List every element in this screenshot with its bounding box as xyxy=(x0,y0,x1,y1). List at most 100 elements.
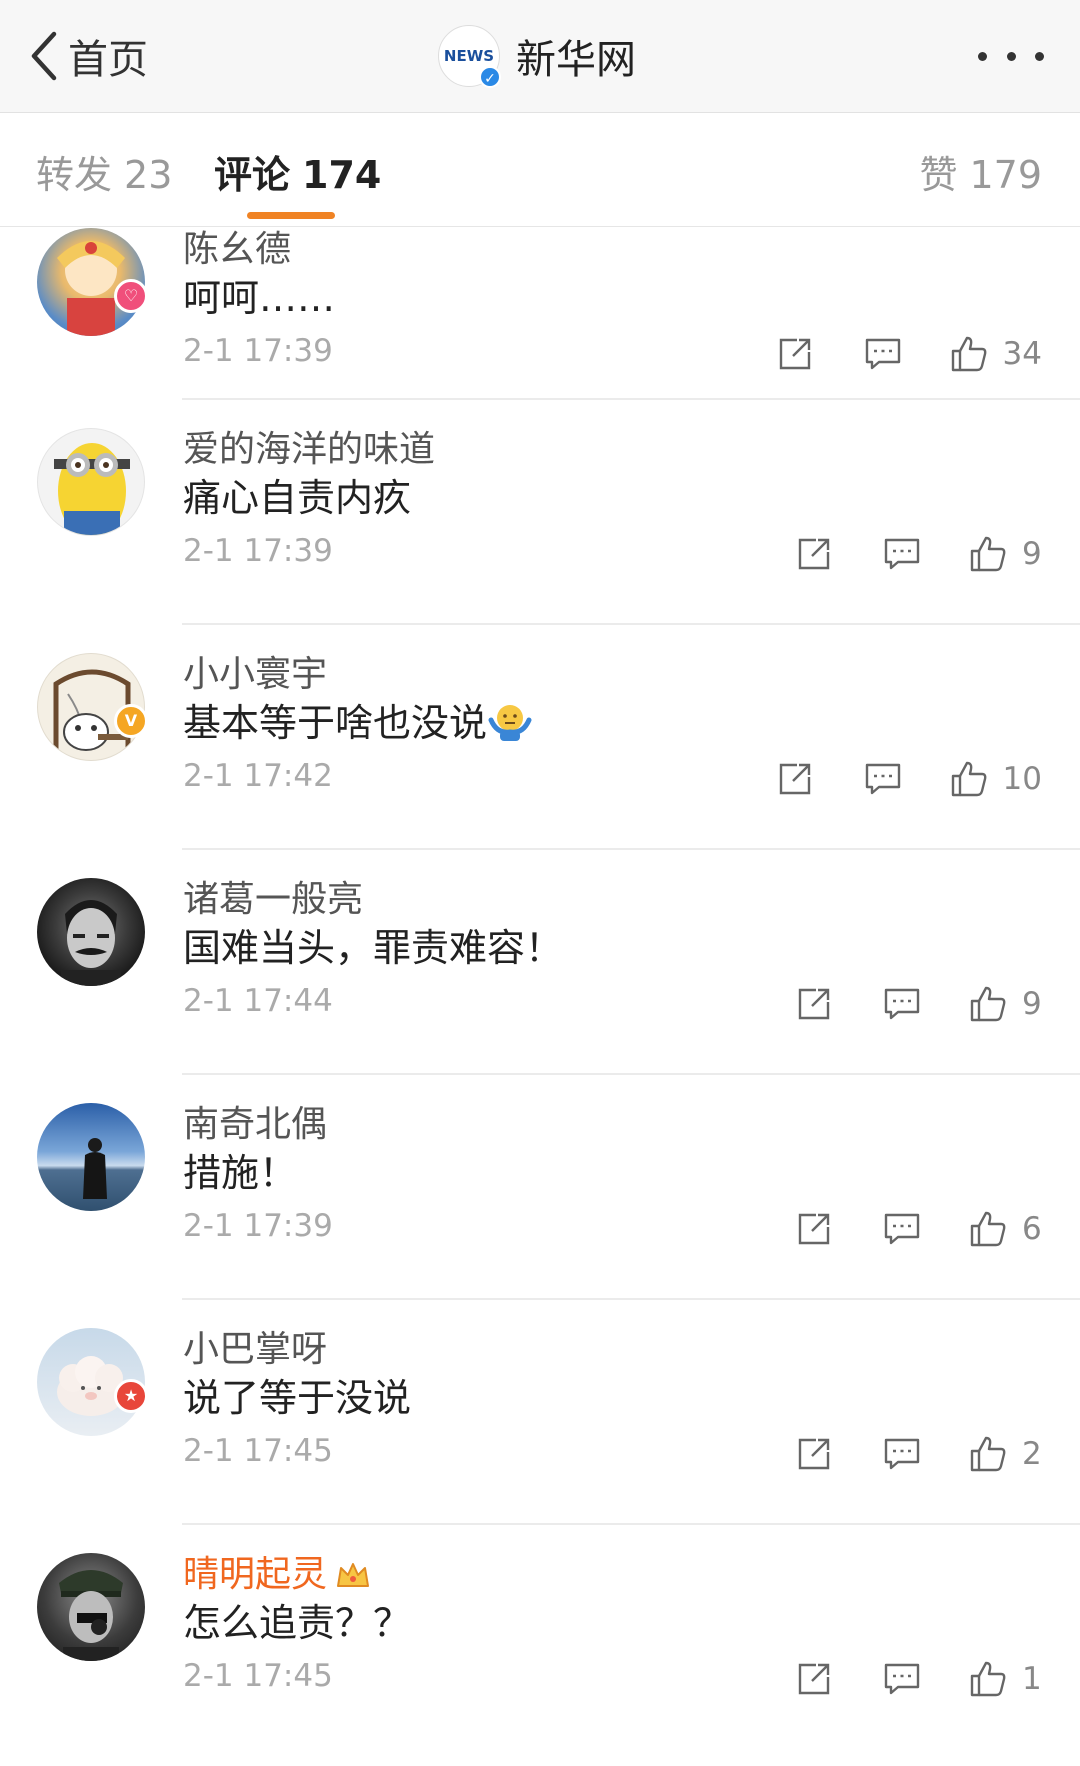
tab-comment-label: 评论 xyxy=(214,153,291,197)
comment-username[interactable]: 诸葛一般亮 xyxy=(183,870,363,922)
like-count: 34 xyxy=(1002,336,1042,372)
share-icon[interactable] xyxy=(794,1434,834,1474)
account-logo: NEWS ✓ xyxy=(438,25,501,88)
share-icon[interactable] xyxy=(794,534,834,574)
thumbs-up-icon xyxy=(970,536,1006,572)
like-button[interactable]: 9 xyxy=(968,534,1042,574)
like-button[interactable]: 10 xyxy=(949,759,1042,799)
tab-like-label: 赞 xyxy=(919,153,958,197)
avatar-image xyxy=(61,900,121,986)
comment-username[interactable]: 南奇北偶 xyxy=(183,1095,327,1147)
comment-content: 怎么追责？？ xyxy=(183,1601,412,1645)
comment-item: 诸葛一般亮 国难当头，罪责难容！ 2-1 17:44 9 xyxy=(0,850,1080,1075)
comment-time: 2-1 17:39 xyxy=(183,533,333,569)
shrug-emoji-icon xyxy=(488,705,532,741)
more-options-button[interactable] xyxy=(978,38,1044,74)
verified-badge-icon: V xyxy=(114,704,148,738)
reply-icon[interactable] xyxy=(882,984,922,1024)
reply-icon[interactable] xyxy=(863,334,903,374)
reply-icon[interactable] xyxy=(863,759,903,799)
reply-icon[interactable] xyxy=(882,1209,922,1249)
verified-icon: ✓ xyxy=(479,66,501,88)
comment-item: V 小小寰宇 基本等于啥也没说 2-1 17:42 10 xyxy=(0,625,1080,850)
comment-list[interactable]: ♡ 陈幺德 呵呵…… 2-1 17:39 34 爱的海洋的味道 痛心自责内疚 2… xyxy=(0,228,1080,1766)
comment-time: 2-1 17:45 xyxy=(183,1433,333,1469)
tab-comment[interactable]: 评论 174 xyxy=(214,144,381,199)
avatar[interactable] xyxy=(37,428,145,536)
username-text: 晴明起灵 xyxy=(183,1554,328,1595)
avatar[interactable] xyxy=(37,1103,145,1211)
share-icon[interactable] xyxy=(775,759,815,799)
comment-content: 基本等于啥也没说 xyxy=(183,692,533,747)
avatar-image xyxy=(59,1570,123,1661)
comment-username[interactable]: 小巴掌呀 xyxy=(183,1320,327,1372)
comment-actions: 6 xyxy=(794,1205,1042,1253)
like-count: 9 xyxy=(1022,536,1042,572)
like-button[interactable]: 6 xyxy=(968,1209,1042,1249)
comment-content: 呵呵…… xyxy=(183,276,336,320)
vip-crown-icon xyxy=(337,1563,370,1587)
news-logo-icon: NEWS xyxy=(443,47,495,65)
like-count: 6 xyxy=(1022,1211,1042,1247)
more-dot-icon xyxy=(1035,51,1044,61)
comment-time: 2-1 17:42 xyxy=(183,758,333,794)
tab-repost-label: 转发 xyxy=(36,153,113,197)
back-button[interactable]: 首页 xyxy=(28,24,148,88)
tab-bar: 转发 23 评论 174 赞 179 xyxy=(0,114,1080,227)
like-button[interactable]: 2 xyxy=(968,1434,1042,1474)
comment-actions: 10 xyxy=(775,755,1042,803)
active-tab-indicator xyxy=(247,212,335,219)
share-icon[interactable] xyxy=(794,1209,834,1249)
thumbs-up-icon xyxy=(951,761,986,797)
comment-content: 说了等于没说 xyxy=(183,1376,412,1420)
comment-content: 措施！ xyxy=(183,1151,298,1195)
comment-username[interactable]: 晴明起灵 xyxy=(183,1545,371,1597)
tab-repost[interactable]: 转发 23 xyxy=(36,144,172,199)
tab-like-count: 179 xyxy=(969,153,1042,197)
avatar[interactable] xyxy=(37,1553,145,1661)
comment-item: 爱的海洋的味道 痛心自责内疚 2-1 17:39 9 xyxy=(0,400,1080,625)
comment-text: 基本等于啥也没说 xyxy=(183,701,488,745)
back-label: 首页 xyxy=(68,37,148,83)
comment-content: 国难当头，罪责难容！ xyxy=(183,926,564,970)
thumbs-up-icon xyxy=(970,1436,1006,1472)
tab-repost-count: 23 xyxy=(124,153,173,197)
like-count: 2 xyxy=(1022,1436,1042,1472)
vip-badge-icon: ♡ xyxy=(114,279,148,313)
thumbs-up-icon xyxy=(970,1211,1006,1247)
share-icon[interactable] xyxy=(794,984,834,1024)
avatar-image xyxy=(83,1138,107,1199)
comment-time: 2-1 17:39 xyxy=(183,333,333,369)
account-header[interactable]: NEWS ✓ 新华网 xyxy=(438,24,636,88)
comment-time: 2-1 17:39 xyxy=(183,1208,333,1244)
avatar[interactable] xyxy=(37,878,145,986)
comment-actions: 2 xyxy=(794,1430,1042,1478)
comment-actions: 9 xyxy=(794,980,1042,1028)
comment-username[interactable]: 小小寰宇 xyxy=(183,645,327,697)
like-count: 1 xyxy=(1022,1661,1042,1697)
tab-comment-count: 174 xyxy=(302,153,382,197)
comment-username[interactable]: 陈幺德 xyxy=(183,228,291,272)
comment-item: ♡ 陈幺德 呵呵…… 2-1 17:39 34 xyxy=(0,228,1080,400)
comment-content: 痛心自责内疚 xyxy=(183,476,412,520)
comment-username[interactable]: 爱的海洋的味道 xyxy=(183,420,435,472)
reply-icon[interactable] xyxy=(882,534,922,574)
thumbs-up-icon xyxy=(970,986,1006,1022)
avatar-image xyxy=(54,443,130,535)
reply-icon[interactable] xyxy=(882,1659,922,1699)
like-count: 9 xyxy=(1022,986,1042,1022)
tab-like[interactable]: 赞 179 xyxy=(919,144,1042,199)
like-button[interactable]: 34 xyxy=(949,334,1042,374)
comment-actions: 34 xyxy=(775,330,1042,378)
share-icon[interactable] xyxy=(775,334,815,374)
comment-time: 2-1 17:44 xyxy=(183,983,333,1019)
more-dot-icon xyxy=(1006,51,1016,61)
thumbs-up-icon xyxy=(951,336,986,372)
reply-icon[interactable] xyxy=(882,1434,922,1474)
comment-actions: 9 xyxy=(794,530,1042,578)
like-button[interactable]: 9 xyxy=(968,984,1042,1024)
like-button[interactable]: 1 xyxy=(968,1659,1042,1699)
share-icon[interactable] xyxy=(794,1659,834,1699)
navigation-bar: 首页 NEWS ✓ 新华网 xyxy=(0,0,1080,113)
thumbs-up-icon xyxy=(970,1661,1006,1697)
